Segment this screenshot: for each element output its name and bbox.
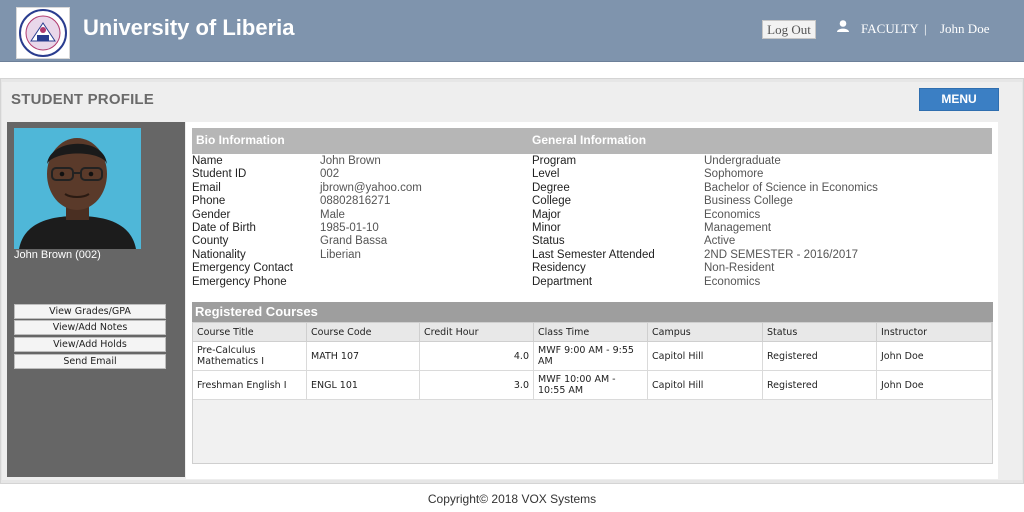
general-field-value: 2ND SEMESTER - 2016/2017 xyxy=(704,249,859,261)
general-field-value: Active xyxy=(704,235,736,247)
general-field-label: Residency xyxy=(532,262,586,274)
menu-button[interactable]: MENU xyxy=(919,88,999,111)
campus-cell: Capitol Hill xyxy=(648,371,763,400)
bio-field-label: Phone xyxy=(192,195,226,207)
send-email-button[interactable]: Send Email xyxy=(14,354,166,369)
general-field-value: Undergraduate xyxy=(704,155,781,167)
bio-field-label: County xyxy=(192,235,229,247)
general-field-label: Major xyxy=(532,209,561,221)
status-cell: Registered xyxy=(763,371,877,400)
general-field-label: Status xyxy=(532,235,565,247)
bio-field-value: Liberian xyxy=(320,249,361,261)
class-time-cell: MWF 10:00 AM - 10:55 AM xyxy=(534,371,648,400)
app-title: University of Liberia xyxy=(83,15,295,40)
general-field-label: Level xyxy=(532,168,560,180)
bio-field-label: Emergency Contact xyxy=(192,262,293,274)
bio-field-label: Date of Birth xyxy=(192,222,256,234)
header-gap xyxy=(0,62,1024,78)
bio-field-value: John Brown xyxy=(320,155,381,167)
course-title-cell: Pre-Calculus Mathematics I xyxy=(193,342,307,371)
page-title: STUDENT PROFILE xyxy=(11,91,155,108)
instructor-cell: John Doe xyxy=(877,371,992,400)
class-time-cell: MWF 9:00 AM - 9:55 AM xyxy=(534,342,648,371)
column-header-class-time[interactable]: Class Time xyxy=(534,323,648,342)
user-name-link[interactable]: John Doe xyxy=(940,21,989,37)
general-field-label: Minor xyxy=(532,222,561,234)
user-role: FACULTY xyxy=(861,21,919,36)
course-code-cell: ENGL 101 xyxy=(307,371,420,400)
bio-field-label: Emergency Phone xyxy=(192,276,287,288)
general-information-header: General Information xyxy=(532,133,647,147)
university-logo xyxy=(16,7,70,59)
view-add-holds-button[interactable]: View/Add Holds xyxy=(14,337,166,352)
column-header-course-title[interactable]: Course Title xyxy=(193,323,307,342)
view-add-notes-button[interactable]: View/Add Notes xyxy=(14,320,166,335)
column-header-course-code[interactable]: Course Code xyxy=(307,323,420,342)
general-field-value: Economics xyxy=(704,209,761,221)
general-field-label: Degree xyxy=(532,182,570,194)
footer-copyright: Copyright© 2018 VOX Systems xyxy=(427,492,597,506)
status-cell: Registered xyxy=(763,342,877,371)
bio-field-value: jbrown@yahoo.com xyxy=(320,182,422,194)
bio-field-label: Nationality xyxy=(192,249,246,261)
general-field-value: Non-Resident xyxy=(704,262,775,274)
user-icon xyxy=(836,19,850,33)
column-header-campus[interactable]: Campus xyxy=(648,323,763,342)
general-field-value: Economics xyxy=(704,276,761,288)
general-field-value: Sophomore xyxy=(704,168,764,180)
bio-field-value: 1985-01-10 xyxy=(320,222,379,234)
bio-field-label: Gender xyxy=(192,209,231,221)
bio-field-value: Male xyxy=(320,209,345,221)
course-code-cell: MATH 107 xyxy=(307,342,420,371)
bio-field-label: Student ID xyxy=(192,168,247,180)
campus-cell: Capitol Hill xyxy=(648,342,763,371)
column-header-instructor[interactable]: Instructor xyxy=(877,323,992,342)
view-grades-button[interactable]: View Grades/GPA xyxy=(14,304,166,319)
bio-field-value: Grand Bassa xyxy=(320,235,388,247)
header-separator: | xyxy=(924,21,927,36)
credit-hour-cell: 3.0 xyxy=(420,371,534,400)
general-field-label: College xyxy=(532,195,571,207)
student-photo xyxy=(14,128,141,249)
general-field-label: Program xyxy=(532,155,577,167)
general-field-value: Business College xyxy=(704,195,793,207)
bio-field-value: 002 xyxy=(320,168,340,180)
column-header-credit-hour[interactable]: Credit Hour xyxy=(420,323,534,342)
registered-courses-title: Registered Courses xyxy=(195,304,318,319)
bio-field-value: 08802816271 xyxy=(320,195,391,207)
bio-field-label: Email xyxy=(192,182,221,194)
general-field-label: Department xyxy=(532,276,593,288)
instructor-cell: John Doe xyxy=(877,342,992,371)
bio-field-label: Name xyxy=(192,155,223,167)
general-field-value: Bachelor of Science in Economics xyxy=(704,182,878,194)
logout-button[interactable]: Log Out xyxy=(762,20,816,39)
general-field-label: Last Semester Attended xyxy=(532,249,655,261)
column-header-status[interactable]: Status xyxy=(763,323,877,342)
student-name-caption: John Brown (002) xyxy=(14,249,101,261)
bio-information-header: Bio Information xyxy=(196,133,285,147)
general-field-value: Management xyxy=(704,222,772,234)
credit-hour-cell: 4.0 xyxy=(420,342,534,371)
course-title-cell: Freshman English I xyxy=(193,371,307,400)
